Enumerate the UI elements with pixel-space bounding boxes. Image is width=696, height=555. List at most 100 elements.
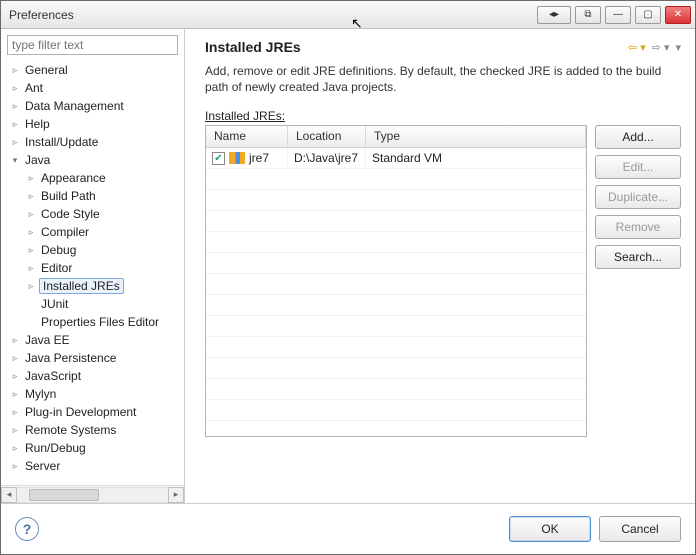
col-name[interactable]: Name bbox=[206, 126, 288, 147]
tree-item-label: Java EE bbox=[23, 333, 72, 347]
ok-button[interactable]: OK bbox=[509, 516, 591, 542]
view-menu-button[interactable]: ▾ bbox=[675, 41, 681, 54]
list-label: Installed JREs: bbox=[205, 109, 681, 123]
tree-item[interactable]: ▹Debug bbox=[3, 241, 182, 259]
chevron-down-icon[interactable]: ▾ bbox=[9, 154, 21, 166]
chevron-right-icon[interactable]: ▹ bbox=[9, 64, 21, 76]
restore-view-button[interactable]: ⧉ bbox=[575, 6, 601, 24]
tree-item[interactable]: ▹Mylyn bbox=[3, 385, 182, 403]
tree-item[interactable]: ▹Build Path bbox=[3, 187, 182, 205]
col-type[interactable]: Type bbox=[366, 126, 586, 147]
tree-item[interactable]: ▹JUnit bbox=[3, 295, 182, 313]
tree-item[interactable]: ▹Code Style bbox=[3, 205, 182, 223]
scroll-right-button[interactable]: ▸ bbox=[168, 487, 184, 503]
tree-item-label: JavaScript bbox=[23, 369, 83, 383]
chevron-right-icon[interactable]: ▹ bbox=[9, 424, 21, 436]
tree-item[interactable]: ▹Properties Files Editor bbox=[3, 313, 182, 331]
tree-item[interactable]: ▹Plug-in Development bbox=[3, 403, 182, 421]
button-column: Add... Edit... Duplicate... Remove Searc… bbox=[595, 125, 681, 437]
scroll-left-button[interactable]: ◂ bbox=[1, 487, 17, 503]
remove-button[interactable]: Remove bbox=[595, 215, 681, 239]
tree-item[interactable]: ▹Appearance bbox=[3, 169, 182, 187]
scroll-track[interactable] bbox=[17, 487, 168, 503]
tree-item[interactable]: ▹Remote Systems bbox=[3, 421, 182, 439]
tree-item-label: Java bbox=[23, 153, 52, 167]
tree-item[interactable]: ▹Java EE bbox=[3, 331, 182, 349]
duplicate-button[interactable]: Duplicate... bbox=[595, 185, 681, 209]
tree-item[interactable]: ▹Install/Update bbox=[3, 133, 182, 151]
empty-row bbox=[206, 169, 586, 190]
chevron-right-icon[interactable]: ▹ bbox=[25, 172, 37, 184]
search-button[interactable]: Search... bbox=[595, 245, 681, 269]
empty-row bbox=[206, 379, 586, 400]
chevron-right-icon[interactable]: ▹ bbox=[9, 370, 21, 382]
tree-item[interactable]: ▹Java Persistence bbox=[3, 349, 182, 367]
back-button[interactable]: ⇦ ▾ bbox=[628, 41, 646, 54]
help-button[interactable]: ? bbox=[15, 517, 39, 541]
toggle-tree-button[interactable]: ◂▸ bbox=[537, 6, 571, 24]
scroll-thumb[interactable] bbox=[29, 489, 99, 501]
tree-item-label: Mylyn bbox=[23, 387, 58, 401]
preferences-window: ↖ Preferences ◂▸ ⧉ — ▢ ✕ ▹General▹Ant▹Da… bbox=[0, 0, 696, 555]
tree-item-label: Debug bbox=[39, 243, 78, 257]
chevron-right-icon[interactable]: ▹ bbox=[9, 136, 21, 148]
tree-item-label: Run/Debug bbox=[23, 441, 88, 455]
chevron-right-icon[interactable]: ▹ bbox=[25, 262, 37, 274]
chevron-right-icon[interactable]: ▹ bbox=[25, 226, 37, 238]
edit-button[interactable]: Edit... bbox=[595, 155, 681, 179]
tree-item[interactable]: ▹Compiler bbox=[3, 223, 182, 241]
tree-item-label: Appearance bbox=[39, 171, 108, 185]
close-button[interactable]: ✕ bbox=[665, 6, 691, 24]
chevron-right-icon[interactable]: ▹ bbox=[9, 388, 21, 400]
preferences-tree[interactable]: ▹General▹Ant▹Data Management▹Help▹Instal… bbox=[1, 61, 184, 485]
jre-checkbox[interactable]: ✔ bbox=[212, 152, 225, 165]
tree-item-label: Plug-in Development bbox=[23, 405, 138, 419]
jre-type: Standard VM bbox=[366, 148, 586, 168]
chevron-right-icon[interactable]: ▹ bbox=[9, 442, 21, 454]
tree-item-label: Java Persistence bbox=[23, 351, 118, 365]
forward-button[interactable]: ⇨ ▾ bbox=[652, 41, 670, 54]
filter-input[interactable] bbox=[7, 35, 178, 55]
tree-item[interactable]: ▹General bbox=[3, 61, 182, 79]
footer: ? OK Cancel bbox=[1, 504, 695, 554]
chevron-right-icon[interactable]: ▹ bbox=[9, 334, 21, 346]
empty-row bbox=[206, 358, 586, 379]
tree-item[interactable]: ▹Server bbox=[3, 457, 182, 475]
tree-item[interactable]: ▹Help bbox=[3, 115, 182, 133]
page-description: Add, remove or edit JRE definitions. By … bbox=[205, 63, 681, 95]
tree-item[interactable]: ▹Ant bbox=[3, 79, 182, 97]
chevron-right-icon[interactable]: ▹ bbox=[25, 208, 37, 220]
tree-item[interactable]: ▹Run/Debug bbox=[3, 439, 182, 457]
chevron-right-icon[interactable]: ▹ bbox=[25, 280, 37, 292]
maximize-button[interactable]: ▢ bbox=[635, 6, 661, 24]
tree-item[interactable]: ▹Data Management bbox=[3, 97, 182, 115]
tree-item-label: Code Style bbox=[39, 207, 102, 221]
col-location[interactable]: Location bbox=[288, 126, 366, 147]
tree-item[interactable]: ▹JavaScript bbox=[3, 367, 182, 385]
tree-item[interactable]: ▾Java bbox=[3, 151, 182, 169]
table-row[interactable]: ✔jre7D:\Java\jre7Standard VM bbox=[206, 148, 586, 169]
horizontal-scrollbar[interactable]: ◂ ▸ bbox=[1, 485, 184, 503]
history-nav: ⇦ ▾ ⇨ ▾ ▾ bbox=[628, 41, 681, 54]
chevron-right-icon[interactable]: ▹ bbox=[9, 82, 21, 94]
tree-item-label: Remote Systems bbox=[23, 423, 118, 437]
sidebar: ▹General▹Ant▹Data Management▹Help▹Instal… bbox=[1, 29, 185, 503]
jre-icon bbox=[229, 152, 245, 164]
window-title: Preferences bbox=[9, 8, 537, 22]
tree-item[interactable]: ▹Editor bbox=[3, 259, 182, 277]
empty-row bbox=[206, 232, 586, 253]
chevron-right-icon[interactable]: ▹ bbox=[9, 118, 21, 130]
tree-item-label: Properties Files Editor bbox=[39, 315, 161, 329]
cancel-button[interactable]: Cancel bbox=[599, 516, 681, 542]
jre-table[interactable]: Name Location Type ✔jre7D:\Java\jre7Stan… bbox=[205, 125, 587, 437]
chevron-right-icon[interactable]: ▹ bbox=[25, 190, 37, 202]
chevron-right-icon[interactable]: ▹ bbox=[9, 100, 21, 112]
chevron-right-icon[interactable]: ▹ bbox=[25, 244, 37, 256]
chevron-right-icon[interactable]: ▹ bbox=[9, 460, 21, 472]
minimize-button[interactable]: — bbox=[605, 6, 631, 24]
tree-item-label: Help bbox=[23, 117, 52, 131]
chevron-right-icon[interactable]: ▹ bbox=[9, 406, 21, 418]
add-button[interactable]: Add... bbox=[595, 125, 681, 149]
chevron-right-icon[interactable]: ▹ bbox=[9, 352, 21, 364]
tree-item[interactable]: ▹Installed JREs bbox=[3, 277, 182, 295]
